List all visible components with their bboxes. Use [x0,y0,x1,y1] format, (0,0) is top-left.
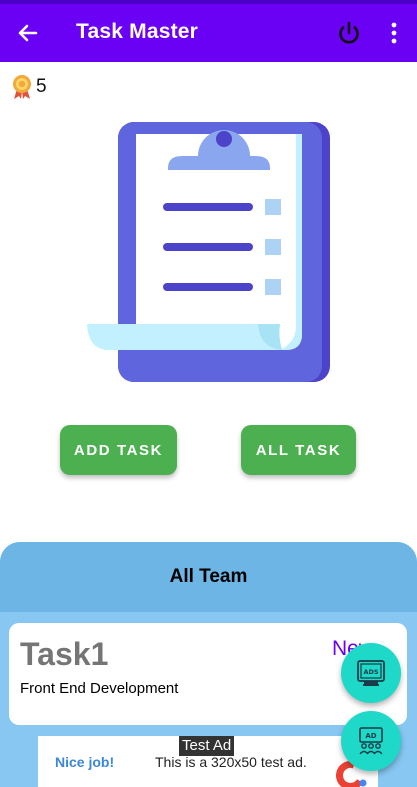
add-task-button[interactable]: ADD TASK [60,425,177,475]
more-vert-icon[interactable] [384,18,404,48]
ad-audience-fab-button[interactable]: AD [341,711,401,771]
ad-audience-icon: AD [359,727,383,755]
reward-count: 5 [36,76,47,97]
ad-label: Nice job! [55,754,115,770]
ads-fab-button[interactable]: ADS [341,643,401,703]
power-icon[interactable] [334,18,364,48]
test-ad-badge: Test Ad [179,736,235,756]
app-bar: Task Master [0,4,417,62]
ads-icon-label: ADS [363,668,378,676]
ad-icon-label: AD [365,732,376,740]
ads-icon: ADS [357,660,385,686]
app-title: Task Master [76,20,199,43]
team-header: All Team [0,542,417,612]
medal-icon [13,75,31,99]
reward-counter: 5 [10,74,47,100]
ad-text: This is a 320x50 test ad. [155,754,307,770]
all-task-button[interactable]: ALL TASK [241,425,356,475]
clipboard-illustration [87,122,330,382]
arrow-left-icon[interactable] [12,18,42,48]
task-description: Front End Development [20,680,179,697]
task-name: Task1 [20,636,109,672]
